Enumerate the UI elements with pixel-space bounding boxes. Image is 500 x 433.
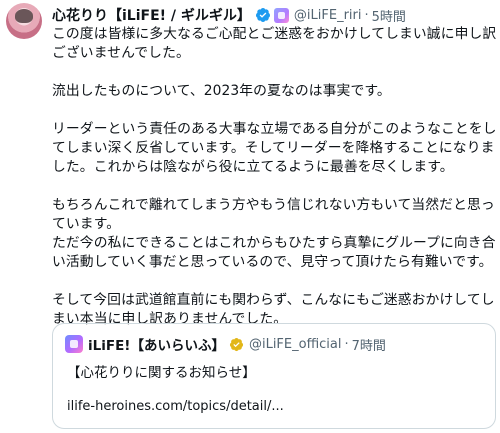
quoted-timestamp: 7時間 [351,338,386,354]
quoted-tweet-text: 【心花りりに関するお知らせ】 [67,365,256,381]
tweet-header: 心花りり【iLiFE! / ギルギル】 @iLiFE_riri · 5時間 [52,5,492,25]
verified-org-badge-icon [229,337,244,351]
author-avatar[interactable] [6,3,42,39]
author-name[interactable]: 心花りり【iLiFE! / ギルギル】 [52,5,251,25]
quoted-tweet[interactable]: iLiFE!【あいらいふ】 @iLiFE_official · 7時間 【心花り… [52,323,496,429]
tweet-paragraph: 流出したものについて、2023年の夏なのは事実です。 [52,83,391,99]
verified-badge-icon [255,8,270,22]
separator-dot: · [364,7,369,23]
tweet-paragraph: リーダーという責任のある大事な立場である自分がこのようなことをしてしまい深く反省… [52,121,497,175]
quoted-tweet-link[interactable]: ilife-heroines.com/topics/detail/... [67,399,284,414]
tweet-text: この度は皆様に多大なるご心配とご迷惑をおかけしてしまい誠に申し訳ございませんでし… [52,25,498,329]
tweet-paragraph: もちろんこれで離れてしまう方やもう信じれない方もいて当然だと思っています。 ただ… [52,197,496,270]
quoted-author-avatar [65,335,83,353]
affiliate-badge-icon[interactable] [273,7,289,23]
tweet-paragraph: この度は皆様に多大なるご心配とご迷惑をおかけしてしまい誠に申し訳ございませんでし… [52,26,497,61]
quoted-author-name: iLiFE!【あいらいふ】 [88,338,225,354]
author-handle[interactable]: @iLiFE_riri [294,8,362,23]
tweet[interactable]: 心花りり【iLiFE! / ギルギル】 @iLiFE_riri · 5時間 この… [0,0,500,433]
tweet-timestamp[interactable]: 5時間 [372,6,406,25]
quoted-tweet-header: iLiFE!【あいらいふ】 @iLiFE_official · 7時間 [88,334,386,355]
quoted-author-handle: @iLiFE_official [248,336,342,352]
quoted-separator-dot: · [344,336,349,352]
